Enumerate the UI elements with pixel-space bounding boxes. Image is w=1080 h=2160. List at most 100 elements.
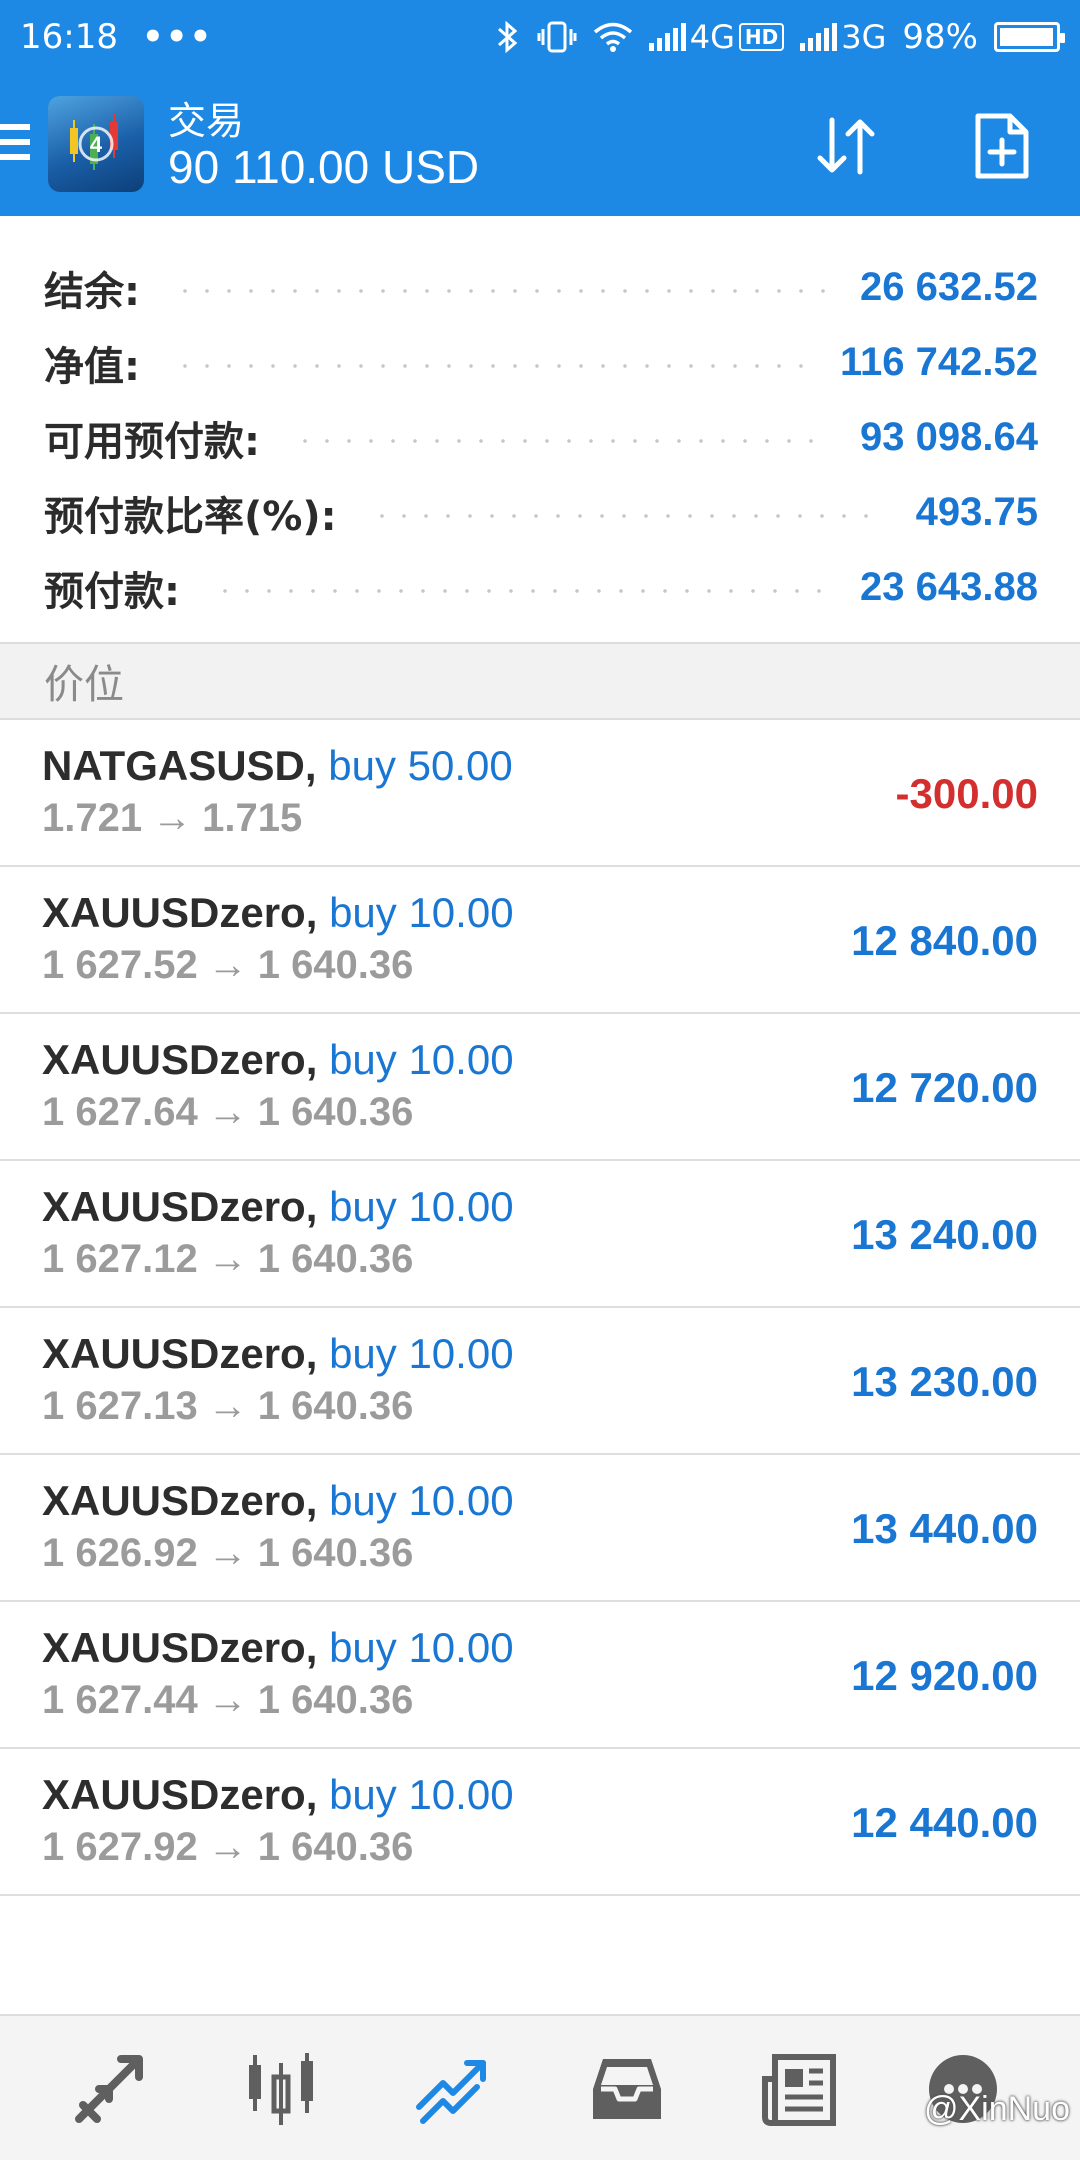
signal-bars-icon xyxy=(800,23,838,51)
app-logo[interactable]: 4 xyxy=(48,96,144,192)
watermark: @XinNuo xyxy=(923,2090,1070,2128)
position-header: XAUUSDzero, buy 10.00 xyxy=(42,1036,514,1084)
summary-label: 预付款: xyxy=(44,568,180,615)
current-price: 1.715 xyxy=(202,796,303,840)
position-prices: 1 627.64 → 1 640.36 xyxy=(42,1090,413,1135)
status-indicators: 4G HD 3G 98% xyxy=(495,17,1065,57)
open-price: 1 627.13 xyxy=(42,1384,198,1428)
menu-icon[interactable] xyxy=(0,124,30,169)
position-prices: 1 627.52 → 1 640.36 xyxy=(42,943,413,988)
arrow-right-icon: → xyxy=(207,1531,248,1575)
nav-history[interactable] xyxy=(582,2044,672,2134)
open-price: 1.721 xyxy=(42,796,143,840)
sort-icon[interactable] xyxy=(808,108,884,184)
position-header: XAUUSDzero, buy 10.00 xyxy=(42,1183,514,1231)
summary-label: 可用预付款: xyxy=(44,418,260,465)
news-icon xyxy=(762,2054,836,2126)
nav-quotes[interactable] xyxy=(64,2044,154,2134)
position-prices: 1.721 → 1.715 xyxy=(42,796,302,841)
open-price: 1 627.52 xyxy=(42,943,198,987)
nav-trade[interactable] xyxy=(408,2044,498,2134)
position-prices: 1 627.92 → 1 640.36 xyxy=(42,1825,413,1870)
summary-value: 493.75 xyxy=(915,490,1038,534)
position-header: NATGASUSD, buy 50.00 xyxy=(42,742,513,790)
account-balance: 90 110.00 USD xyxy=(168,141,480,193)
summary-row-balance: 结余: 26 632.52 xyxy=(0,250,1080,325)
signal-4g: 4G HD xyxy=(648,18,785,56)
open-price: 1 627.12 xyxy=(42,1237,198,1281)
position-row[interactable]: XAUUSDzero, buy 10.00 1 627.92 → 1 640.36 … xyxy=(0,1749,1080,1896)
position-row[interactable]: XAUUSDzero, buy 10.00 1 627.52 → 1 640.36 … xyxy=(0,867,1080,1014)
vibrate-icon xyxy=(537,21,577,53)
arrow-right-icon: → xyxy=(207,1678,248,1722)
position-header: XAUUSDzero, buy 10.00 xyxy=(42,1330,514,1378)
position-type: buy 10.00 xyxy=(329,1771,514,1818)
dotted-leader xyxy=(370,513,882,518)
quotes-arrows-icon xyxy=(75,2055,143,2123)
current-price: 1 640.36 xyxy=(257,1090,414,1134)
chart-candles-icon xyxy=(249,2053,313,2125)
account-summary: 结余: 26 632.52 净值: 116 742.52 可用预付款: 93 0… xyxy=(0,216,1080,642)
current-price: 1 640.36 xyxy=(257,1825,414,1869)
position-type: buy 10.00 xyxy=(329,1183,514,1230)
position-row[interactable]: XAUUSDzero, buy 10.00 1 627.64 → 1 640.36 … xyxy=(0,1014,1080,1161)
position-header: XAUUSDzero, buy 10.00 xyxy=(42,889,514,937)
trade-screen: 16:18 ••• 4G HD 3G 98% 4 交易 90 110.00 US… xyxy=(0,0,1080,2160)
position-row[interactable]: NATGASUSD, buy 50.00 1.721 → 1.715 -300.00 xyxy=(0,720,1080,867)
history-inbox-icon xyxy=(593,2059,661,2119)
position-profit: 12 840.00 xyxy=(851,917,1038,964)
position-type: buy 10.00 xyxy=(329,1624,514,1671)
summary-row-margin: 预付款: 23 643.88 xyxy=(0,550,1080,625)
arrow-right-icon: → xyxy=(207,1825,248,1869)
nav-news[interactable] xyxy=(754,2044,844,2134)
position-profit: 12 720.00 xyxy=(851,1064,1038,1111)
position-type: buy 50.00 xyxy=(328,742,513,789)
open-price: 1 626.92 xyxy=(42,1531,198,1575)
battery-percent: 98% xyxy=(902,17,978,57)
position-type: buy 10.00 xyxy=(329,1477,514,1524)
positions-section-header: 价位 xyxy=(0,642,1080,720)
current-price: 1 640.36 xyxy=(257,1237,414,1281)
bluetooth-icon xyxy=(497,20,518,54)
position-symbol: XAUUSDzero, xyxy=(42,1624,318,1671)
position-type: buy 10.00 xyxy=(329,1036,514,1083)
summary-label: 净值: xyxy=(44,343,140,390)
position-symbol: XAUUSDzero, xyxy=(42,889,318,936)
signal-bars-icon xyxy=(648,23,686,51)
summary-row-equity: 净值: 116 742.52 xyxy=(0,325,1080,400)
dotted-leader xyxy=(174,288,827,293)
open-price: 1 627.64 xyxy=(42,1090,198,1134)
position-row[interactable]: XAUUSDzero, buy 10.00 1 627.12 → 1 640.36 … xyxy=(0,1161,1080,1308)
current-price: 1 640.36 xyxy=(257,1384,414,1428)
position-prices: 1 627.12 → 1 640.36 xyxy=(42,1237,413,1282)
arrow-right-icon: → xyxy=(152,796,193,840)
position-header: XAUUSDzero, buy 10.00 xyxy=(42,1771,514,1819)
position-prices: 1 627.13 → 1 640.36 xyxy=(42,1384,413,1429)
position-row[interactable]: XAUUSDzero, buy 10.00 1 627.13 → 1 640.36 … xyxy=(0,1308,1080,1455)
position-type: buy 10.00 xyxy=(329,1330,514,1377)
summary-row-margin-level: 预付款比率(%): 493.75 xyxy=(0,475,1080,550)
position-header: XAUUSDzero, buy 10.00 xyxy=(42,1477,514,1525)
dotted-leader xyxy=(294,438,827,443)
summary-value: 93 098.64 xyxy=(860,415,1038,459)
nav-chart[interactable] xyxy=(236,2044,326,2134)
app-bar: 4 交易 90 110.00 USD xyxy=(0,74,1080,216)
dotted-leader xyxy=(214,588,827,593)
summary-label: 预付款比率(%): xyxy=(44,493,337,540)
network-type-1: 4G xyxy=(689,18,735,56)
position-row[interactable]: XAUUSDzero, buy 10.00 1 627.44 → 1 640.36 … xyxy=(0,1602,1080,1749)
new-order-icon[interactable] xyxy=(964,108,1040,184)
arrow-right-icon: → xyxy=(207,1090,248,1134)
position-symbol: XAUUSDzero, xyxy=(42,1330,318,1377)
summary-value: 116 742.52 xyxy=(840,340,1038,384)
position-profit: -300.00 xyxy=(895,770,1038,817)
status-time: 16:18 xyxy=(20,17,118,57)
summary-value: 23 643.88 xyxy=(860,565,1038,609)
trade-icon xyxy=(416,2060,486,2124)
position-row[interactable]: XAUUSDzero, buy 10.00 1 626.92 → 1 640.36 … xyxy=(0,1455,1080,1602)
svg-text:4: 4 xyxy=(90,132,103,157)
dotted-leader xyxy=(174,363,806,368)
position-symbol: NATGASUSD, xyxy=(42,742,317,789)
position-profit: 13 240.00 xyxy=(851,1211,1038,1258)
signal-3g: 3G xyxy=(800,18,886,56)
